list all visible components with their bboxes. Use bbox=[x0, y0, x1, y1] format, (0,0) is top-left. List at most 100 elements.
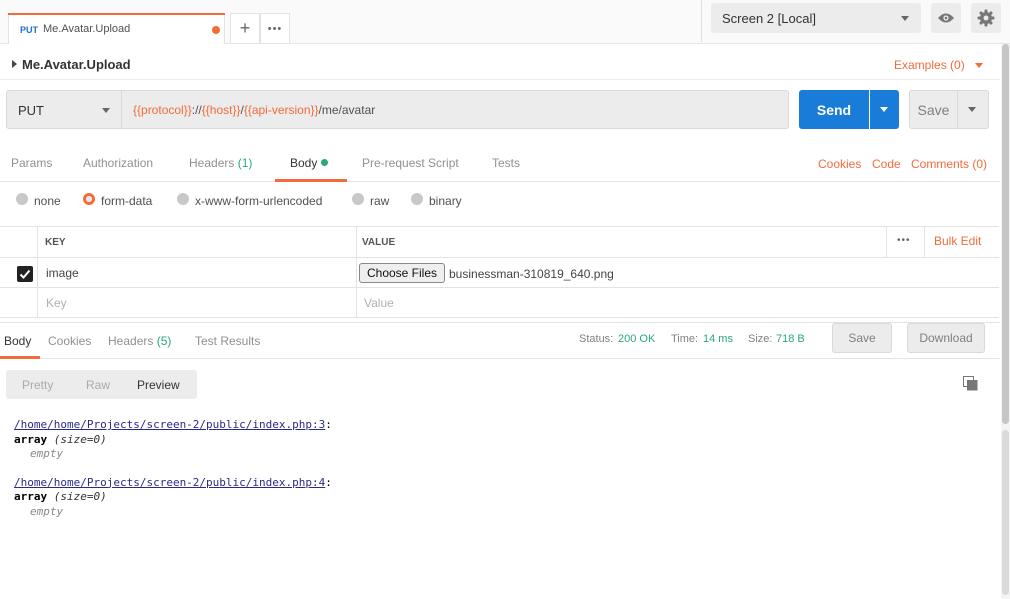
headers-count: (1) bbox=[237, 156, 253, 170]
tab-params[interactable]: Params bbox=[11, 156, 52, 170]
radio-raw[interactable] bbox=[352, 193, 364, 205]
environment-quick-look-button[interactable] bbox=[931, 3, 961, 33]
unsaved-dot-icon bbox=[212, 26, 220, 34]
status-label: Status: bbox=[579, 333, 614, 345]
scrollbar-thumb[interactable] bbox=[1002, 44, 1009, 424]
url-sep: :// bbox=[191, 103, 202, 117]
column-divider bbox=[886, 227, 887, 257]
save-button[interactable]: Save bbox=[909, 90, 958, 129]
dump-type: array bbox=[14, 432, 48, 446]
tab-active-indicator bbox=[8, 13, 225, 15]
row-file-name: businessman-310819_640.png bbox=[449, 267, 614, 281]
url-var-api-version: {{api-version}} bbox=[243, 103, 319, 117]
tab-method: PUT bbox=[20, 25, 38, 35]
expand-arrow-icon[interactable] bbox=[12, 60, 17, 68]
top-tab-bar: PUT Me.Avatar.Upload + ••• Screen 2 [Loc… bbox=[0, 0, 1010, 44]
url-input[interactable]: {{protocol}}://{{host}}/{{api-version}}/… bbox=[122, 90, 789, 129]
link-suffix: : bbox=[325, 475, 332, 489]
choose-files-button[interactable]: Choose Files bbox=[359, 263, 445, 283]
response-tab-headers-label: Headers bbox=[108, 334, 154, 348]
radio-binary-label[interactable]: binary bbox=[429, 194, 462, 208]
view-raw[interactable]: Raw bbox=[86, 378, 110, 392]
form-data-table: KEY VALUE ••• image businessman-310819_6… bbox=[0, 226, 999, 318]
tab-tests[interactable]: Tests bbox=[492, 156, 520, 170]
value-column-header: VALUE bbox=[362, 237, 396, 248]
new-value-input[interactable]: Value bbox=[364, 296, 394, 310]
send-button[interactable]: Send bbox=[799, 90, 869, 129]
row-enabled-checkbox[interactable] bbox=[17, 266, 33, 282]
tab-name: Me.Avatar.Upload bbox=[43, 23, 131, 35]
status-dot-icon bbox=[321, 159, 329, 166]
radio-form-data-label[interactable]: form-data bbox=[101, 194, 152, 208]
more-icon[interactable]: ••• bbox=[897, 235, 911, 246]
radio-form-data[interactable] bbox=[83, 193, 95, 205]
comments-link[interactable]: Comments (0) bbox=[911, 157, 987, 171]
view-preview[interactable]: Preview bbox=[137, 378, 180, 392]
view-pretty[interactable]: Pretty bbox=[22, 378, 53, 392]
active-tab-indicator bbox=[275, 179, 347, 182]
environment-select[interactable]: Screen 2 [Local] bbox=[711, 3, 921, 33]
column-divider bbox=[37, 288, 38, 317]
source-link[interactable]: /home/home/Projects/screen-2/public/inde… bbox=[14, 476, 325, 489]
tab-body-label: Body bbox=[290, 156, 318, 170]
tab-headers[interactable]: Headers (1) bbox=[189, 156, 252, 170]
status-value[interactable]: 200 OK bbox=[618, 333, 655, 345]
size-value[interactable]: 718 B bbox=[776, 333, 805, 345]
url-var-protocol: {{protocol}} bbox=[133, 103, 192, 117]
save-response-button[interactable]: Save bbox=[832, 323, 892, 353]
column-divider bbox=[37, 258, 38, 287]
response-preview: /home/home/Projects/screen-2/public/inde… bbox=[14, 418, 332, 519]
request-title[interactable]: Me.Avatar.Upload bbox=[22, 57, 131, 72]
table-header-row: KEY VALUE ••• bbox=[0, 227, 999, 258]
scrollbar-thumb-secondary[interactable] bbox=[1002, 430, 1009, 595]
copy-response-button[interactable] bbox=[963, 376, 978, 394]
dump-type: array bbox=[14, 490, 48, 503]
column-divider bbox=[356, 258, 357, 287]
table-row: image businessman-310819_640.png bbox=[0, 258, 999, 288]
column-divider bbox=[37, 227, 38, 257]
method-select[interactable]: PUT bbox=[6, 90, 122, 129]
request-breadcrumb: Me.Avatar.Upload Examples (0) bbox=[0, 50, 1000, 80]
column-divider bbox=[356, 288, 357, 317]
tab-pre-request-script[interactable]: Pre-request Script bbox=[362, 156, 459, 170]
time-value[interactable]: 14 ms bbox=[703, 333, 733, 345]
tab-authorization[interactable]: Authorization bbox=[83, 156, 153, 170]
size-label: Size: bbox=[748, 333, 773, 345]
link-suffix: : bbox=[325, 418, 332, 431]
dump-empty: empty bbox=[30, 504, 64, 518]
radio-urlencoded-label[interactable]: x-www-form-urlencoded bbox=[195, 194, 322, 208]
cookies-link[interactable]: Cookies bbox=[818, 157, 861, 171]
new-key-input[interactable]: Key bbox=[46, 296, 67, 310]
response-headers-count: (5) bbox=[156, 334, 172, 348]
radio-none[interactable] bbox=[16, 193, 28, 205]
response-tabs: Body Cookies Headers (5) Test Results St… bbox=[0, 322, 1000, 359]
row-key-input[interactable]: image bbox=[46, 266, 79, 280]
examples-dropdown[interactable]: Examples (0) bbox=[894, 58, 965, 72]
body-mode-selector: none form-data x-www-form-urlencoded raw… bbox=[0, 190, 1000, 212]
response-tab-body[interactable]: Body bbox=[4, 334, 31, 348]
save-options-button[interactable] bbox=[958, 90, 989, 129]
download-button[interactable]: Download bbox=[907, 323, 985, 353]
request-tab[interactable]: PUT Me.Avatar.Upload bbox=[8, 13, 225, 44]
radio-none-label[interactable]: none bbox=[34, 194, 61, 208]
response-tab-headers[interactable]: Headers (5) bbox=[108, 334, 171, 348]
chevron-down-icon bbox=[901, 16, 909, 21]
radio-urlencoded[interactable] bbox=[177, 193, 189, 205]
time-label: Time: bbox=[671, 333, 699, 345]
more-icon: ••• bbox=[267, 22, 283, 35]
eye-icon bbox=[938, 13, 954, 23]
tab-options-button[interactable]: ••• bbox=[260, 13, 290, 44]
bulk-edit-link[interactable]: Bulk Edit bbox=[934, 234, 981, 248]
tab-body[interactable]: Body bbox=[290, 156, 329, 170]
new-tab-button[interactable]: + bbox=[230, 13, 260, 44]
send-options-button[interactable] bbox=[870, 90, 899, 129]
tab-headers-label: Headers bbox=[189, 156, 235, 170]
code-link[interactable]: Code bbox=[872, 157, 901, 171]
response-tab-cookies[interactable]: Cookies bbox=[48, 334, 91, 348]
response-tab-test-results[interactable]: Test Results bbox=[195, 334, 260, 348]
radio-binary[interactable] bbox=[411, 193, 423, 205]
source-link[interactable]: /home/home/Projects/screen-2/public/inde… bbox=[14, 418, 325, 431]
radio-raw-label[interactable]: raw bbox=[370, 194, 389, 208]
manage-environments-button[interactable] bbox=[971, 3, 1001, 33]
